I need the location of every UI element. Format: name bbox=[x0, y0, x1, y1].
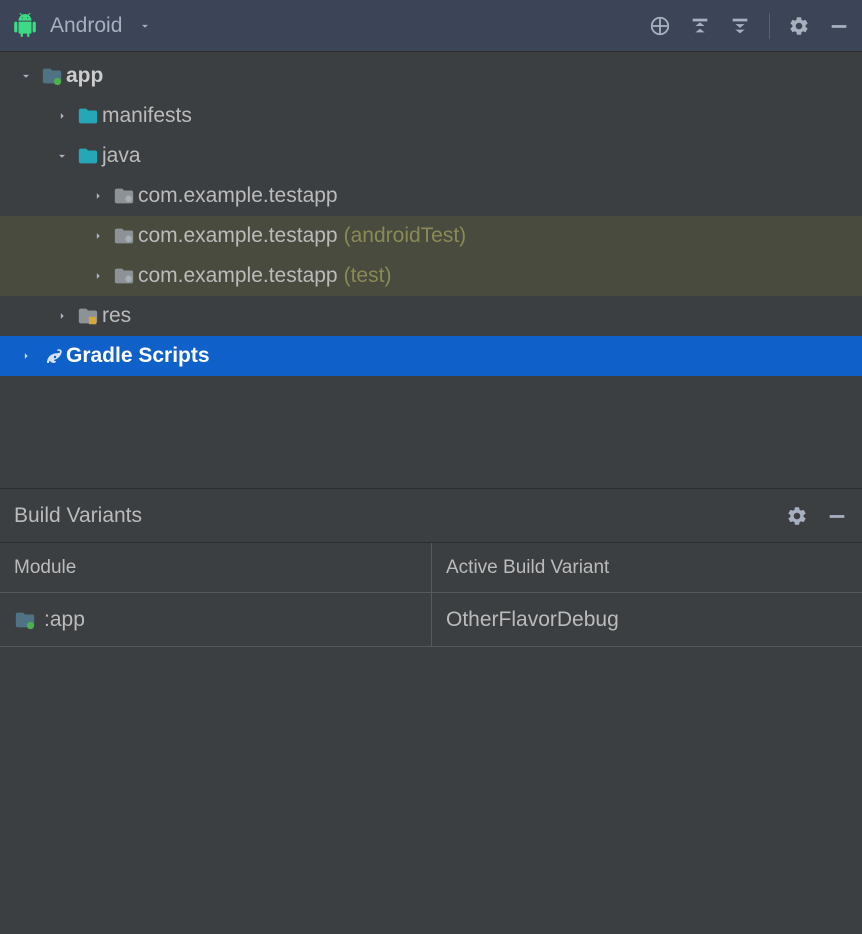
chevron-right-icon bbox=[14, 349, 38, 363]
project-toolbar: Android bbox=[0, 0, 862, 52]
tree-node-manifests[interactable]: manifests bbox=[0, 96, 862, 136]
toolbar-divider bbox=[769, 13, 770, 39]
variants-title: Build Variants bbox=[14, 504, 142, 528]
dropdown-icon bbox=[138, 19, 152, 33]
chevron-right-icon bbox=[50, 309, 74, 323]
project-panel: Android bbox=[0, 0, 862, 488]
chevron-right-icon bbox=[86, 189, 110, 203]
tree-label: com.example.testapp bbox=[138, 184, 338, 208]
gradle-icon bbox=[38, 347, 66, 365]
tree-label: manifests bbox=[102, 104, 192, 128]
tree-node-java[interactable]: java bbox=[0, 136, 862, 176]
variants-header: Build Variants bbox=[0, 489, 862, 543]
tree-node-app[interactable]: app bbox=[0, 56, 862, 96]
hide-icon[interactable] bbox=[828, 15, 850, 37]
view-title: Android bbox=[50, 14, 122, 38]
tree-label: res bbox=[102, 304, 131, 328]
folder-icon bbox=[74, 145, 102, 167]
chevron-right-icon bbox=[86, 229, 110, 243]
view-selector[interactable]: Android bbox=[12, 13, 152, 39]
hide-icon[interactable] bbox=[826, 505, 848, 527]
tree-node-package-test[interactable]: com.example.testapp (test) bbox=[0, 256, 862, 296]
package-icon bbox=[110, 185, 138, 207]
tree-label: app bbox=[66, 64, 103, 88]
cell-variant[interactable]: OtherFlavorDebug bbox=[432, 593, 862, 646]
package-icon bbox=[110, 265, 138, 287]
chevron-down-icon bbox=[14, 69, 38, 83]
column-header-module[interactable]: Module bbox=[0, 543, 432, 592]
chevron-right-icon bbox=[50, 109, 74, 123]
chevron-down-icon bbox=[50, 149, 74, 163]
tree-label: com.example.testapp bbox=[138, 224, 338, 248]
variants-thead: Module Active Build Variant bbox=[0, 543, 862, 593]
module-folder-icon bbox=[14, 609, 36, 631]
tree-label: Gradle Scripts bbox=[66, 344, 210, 368]
column-header-variant[interactable]: Active Build Variant bbox=[432, 543, 862, 592]
variant-name: OtherFlavorDebug bbox=[446, 608, 619, 632]
res-folder-icon bbox=[74, 305, 102, 327]
tree-node-gradle-scripts[interactable]: Gradle Scripts bbox=[0, 336, 862, 376]
tree-suffix: (androidTest) bbox=[344, 224, 467, 248]
android-icon bbox=[12, 13, 38, 39]
select-opened-file-icon[interactable] bbox=[649, 15, 671, 37]
tree-suffix: (test) bbox=[344, 264, 392, 288]
collapse-all-icon[interactable] bbox=[729, 15, 751, 37]
module-folder-icon bbox=[38, 65, 66, 87]
tree-label: com.example.testapp bbox=[138, 264, 338, 288]
cell-module[interactable]: :app bbox=[0, 593, 432, 646]
tree-label: java bbox=[102, 144, 141, 168]
variants-table: Module Active Build Variant :app OtherFl… bbox=[0, 543, 862, 647]
tree-node-package-main[interactable]: com.example.testapp bbox=[0, 176, 862, 216]
tree-node-package-androidtest[interactable]: com.example.testapp (androidTest) bbox=[0, 216, 862, 256]
tree-node-res[interactable]: res bbox=[0, 296, 862, 336]
build-variants-panel: Build Variants Module Active Build Varia… bbox=[0, 488, 862, 934]
gear-icon[interactable] bbox=[786, 505, 808, 527]
package-icon bbox=[110, 225, 138, 247]
table-row[interactable]: :app OtherFlavorDebug bbox=[0, 593, 862, 647]
module-name: :app bbox=[44, 608, 85, 632]
project-tree[interactable]: app manifests java com.example.testapp bbox=[0, 52, 862, 488]
folder-icon bbox=[74, 105, 102, 127]
expand-all-icon[interactable] bbox=[689, 15, 711, 37]
chevron-right-icon bbox=[86, 269, 110, 283]
variants-empty-area bbox=[0, 647, 862, 934]
gear-icon[interactable] bbox=[788, 15, 810, 37]
toolbar-actions bbox=[649, 13, 850, 39]
